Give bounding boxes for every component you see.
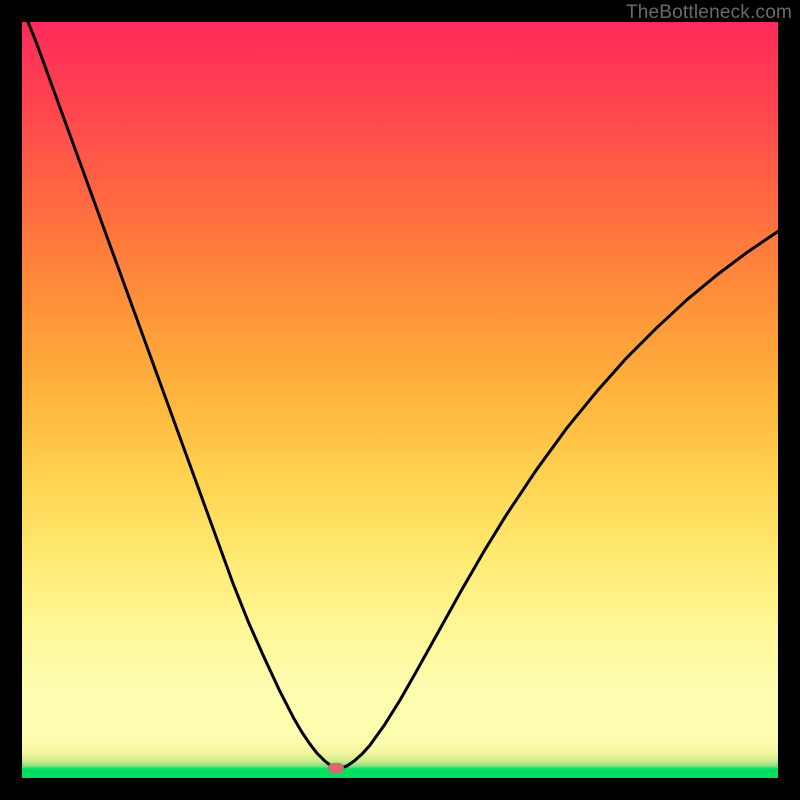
optimal-point-marker	[328, 763, 344, 773]
watermark-text: TheBottleneck.com	[626, 2, 792, 24]
curve-svg	[22, 22, 778, 778]
chart-frame	[22, 22, 778, 778]
bottleneck-curve	[22, 22, 778, 769]
